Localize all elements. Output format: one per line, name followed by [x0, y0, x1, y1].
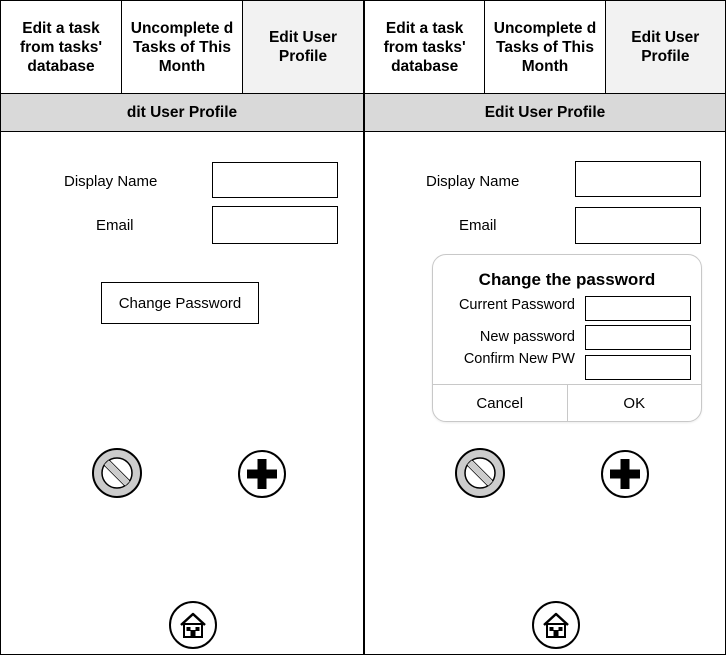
current-password-label: Current Password [458, 297, 575, 313]
change-password-dialog: Change the password Current Password New… [432, 254, 702, 422]
page-title: Edit User Profile [365, 93, 725, 132]
ok-button[interactable]: OK [566, 385, 702, 421]
email-label: Email [96, 217, 134, 234]
tab-edit-user-profile[interactable]: Edit User Profile [605, 1, 725, 93]
display-name-label: Display Name [426, 173, 520, 190]
display-name-input[interactable] [212, 162, 338, 198]
cancel-button[interactable]: Cancel [433, 385, 567, 421]
email-input[interactable] [575, 207, 701, 244]
home-icon[interactable] [531, 600, 581, 650]
new-password-label: New password [479, 329, 575, 345]
page-title: dit User Profile [1, 93, 363, 132]
current-password-input[interactable] [585, 296, 691, 321]
home-icon[interactable] [168, 600, 218, 650]
confirm-password-input[interactable] [585, 355, 691, 380]
left-screen: Edit a task from tasks' database Uncompl… [0, 0, 364, 655]
dialog-title: Change the password [478, 270, 656, 289]
tab-uncompleted-tasks[interactable]: Uncomplete d Tasks of This Month [122, 1, 243, 93]
tab-uncompleted-tasks[interactable]: Uncomplete d Tasks of This Month [485, 1, 606, 93]
email-input[interactable] [212, 206, 338, 244]
display-name-label: Display Name [64, 173, 158, 190]
cancel-icon[interactable] [454, 447, 506, 499]
dialog-actions: Cancel OK [433, 384, 701, 421]
cancel-icon[interactable] [91, 447, 143, 499]
display-name-input[interactable] [575, 161, 701, 197]
new-password-input[interactable] [585, 325, 691, 350]
tab-bar: Edit a task from tasks' database Uncompl… [1, 1, 363, 93]
add-icon[interactable] [600, 449, 650, 499]
add-icon[interactable] [237, 449, 287, 499]
change-password-button[interactable]: Change Password [101, 282, 259, 324]
confirm-password-label: Confirm New PW [463, 351, 575, 367]
tab-bar: Edit a task from tasks' database Uncompl… [365, 1, 725, 93]
email-label: Email [459, 217, 497, 234]
tab-edit-task[interactable]: Edit a task from tasks' database [1, 1, 122, 93]
tab-edit-task[interactable]: Edit a task from tasks' database [365, 1, 486, 93]
tab-edit-user-profile[interactable]: Edit User Profile [243, 1, 363, 93]
